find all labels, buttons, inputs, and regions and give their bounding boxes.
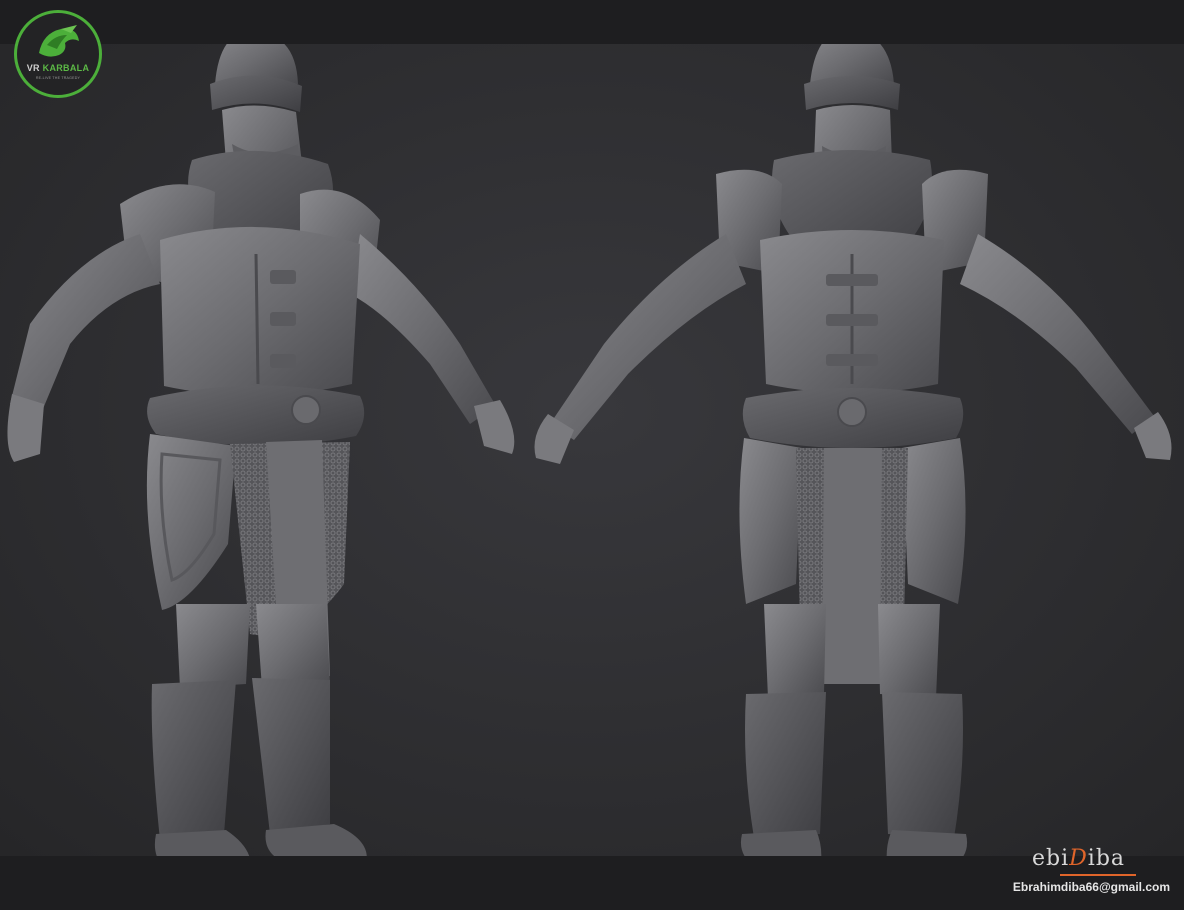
artist-email: Ebrahimdiba66@gmail.com xyxy=(1012,880,1170,894)
artist-signature: ebiDiba xyxy=(1032,846,1126,871)
warrior-front-view xyxy=(534,44,1172,856)
vr-karbala-logo: VR KARBALA RE-LIVE THE TRAGEDY xyxy=(14,10,102,98)
logo-title: VR KARBALA xyxy=(26,63,90,73)
render-stage xyxy=(0,44,1184,856)
bottom-band xyxy=(0,856,1184,910)
warrior-three-quarter-view xyxy=(7,44,515,856)
green-horse-helmet-icon xyxy=(39,25,79,57)
signature-underline xyxy=(1060,874,1136,876)
top-band xyxy=(0,0,1184,44)
logo-tagline: RE-LIVE THE TRAGEDY xyxy=(35,76,81,80)
